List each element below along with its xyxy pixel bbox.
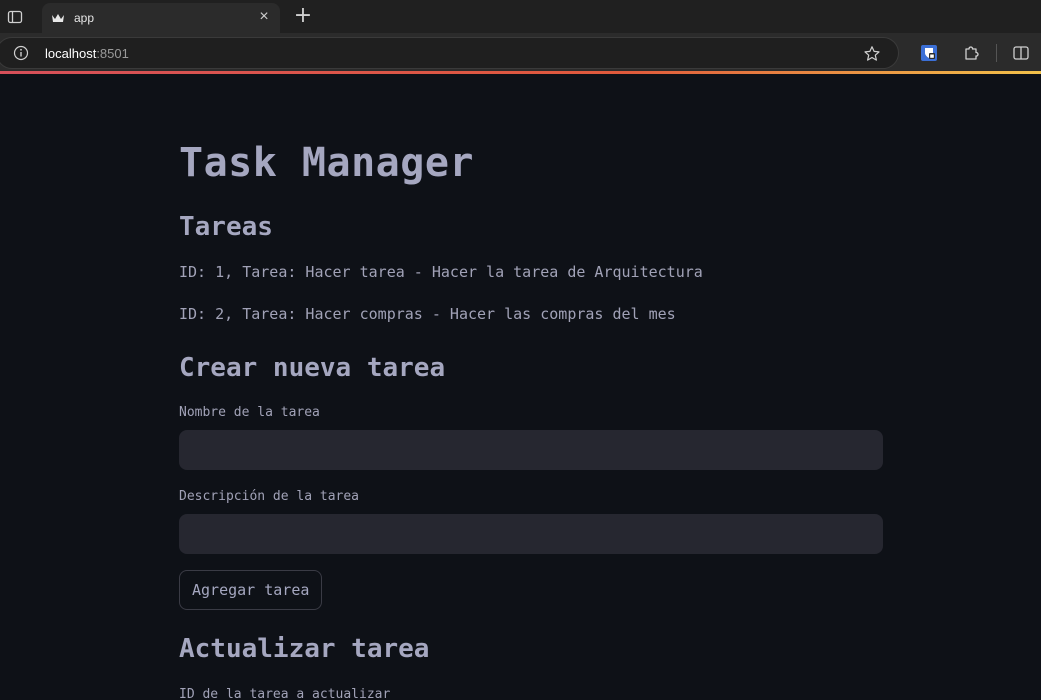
task-description-label: Descripción de la tarea	[179, 489, 360, 504]
browser-toolbar: localhost:8501	[0, 33, 1041, 73]
favorite-star-icon[interactable]	[863, 45, 881, 63]
add-task-button[interactable]: Agregar tarea	[179, 570, 323, 610]
browser-tab-bar: app × +	[0, 0, 1041, 33]
task-name-input[interactable]	[179, 430, 883, 470]
tasks-heading: Tareas	[179, 212, 273, 242]
browser-tab[interactable]: app ×	[42, 3, 280, 33]
page-loading-accent-bar	[0, 71, 1041, 74]
update-task-heading: Actualizar tarea	[179, 634, 430, 664]
url-host: localhost	[45, 46, 97, 61]
task-item: ID: 2, Tarea: Hacer compras - Hacer las …	[179, 305, 676, 323]
close-tab-icon[interactable]: ×	[256, 9, 272, 25]
create-task-heading: Crear nueva tarea	[179, 353, 446, 383]
page-title: Task Manager	[179, 140, 474, 186]
task-description-input[interactable]	[179, 514, 883, 554]
url-text: localhost:8501	[45, 46, 129, 61]
bitwarden-extension-icon[interactable]	[920, 44, 938, 62]
url-port: :8501	[96, 46, 129, 61]
update-task-id-label: ID de la tarea a actualizar	[179, 687, 391, 700]
site-info-icon[interactable]	[13, 45, 29, 61]
new-tab-icon[interactable]: +	[290, 4, 316, 30]
task-name-label: Nombre de la tarea	[179, 405, 320, 420]
tab-actions-icon[interactable]	[0, 0, 30, 33]
toolbar-divider	[996, 44, 997, 62]
address-bar[interactable]: localhost:8501	[0, 37, 899, 69]
tab-title: app	[74, 11, 95, 25]
streamlit-crown-icon	[50, 10, 66, 26]
extensions-puzzle-icon[interactable]	[963, 44, 981, 62]
split-screen-icon[interactable]	[1012, 44, 1030, 62]
task-item: ID: 1, Tarea: Hacer tarea - Hacer la tar…	[179, 263, 703, 281]
